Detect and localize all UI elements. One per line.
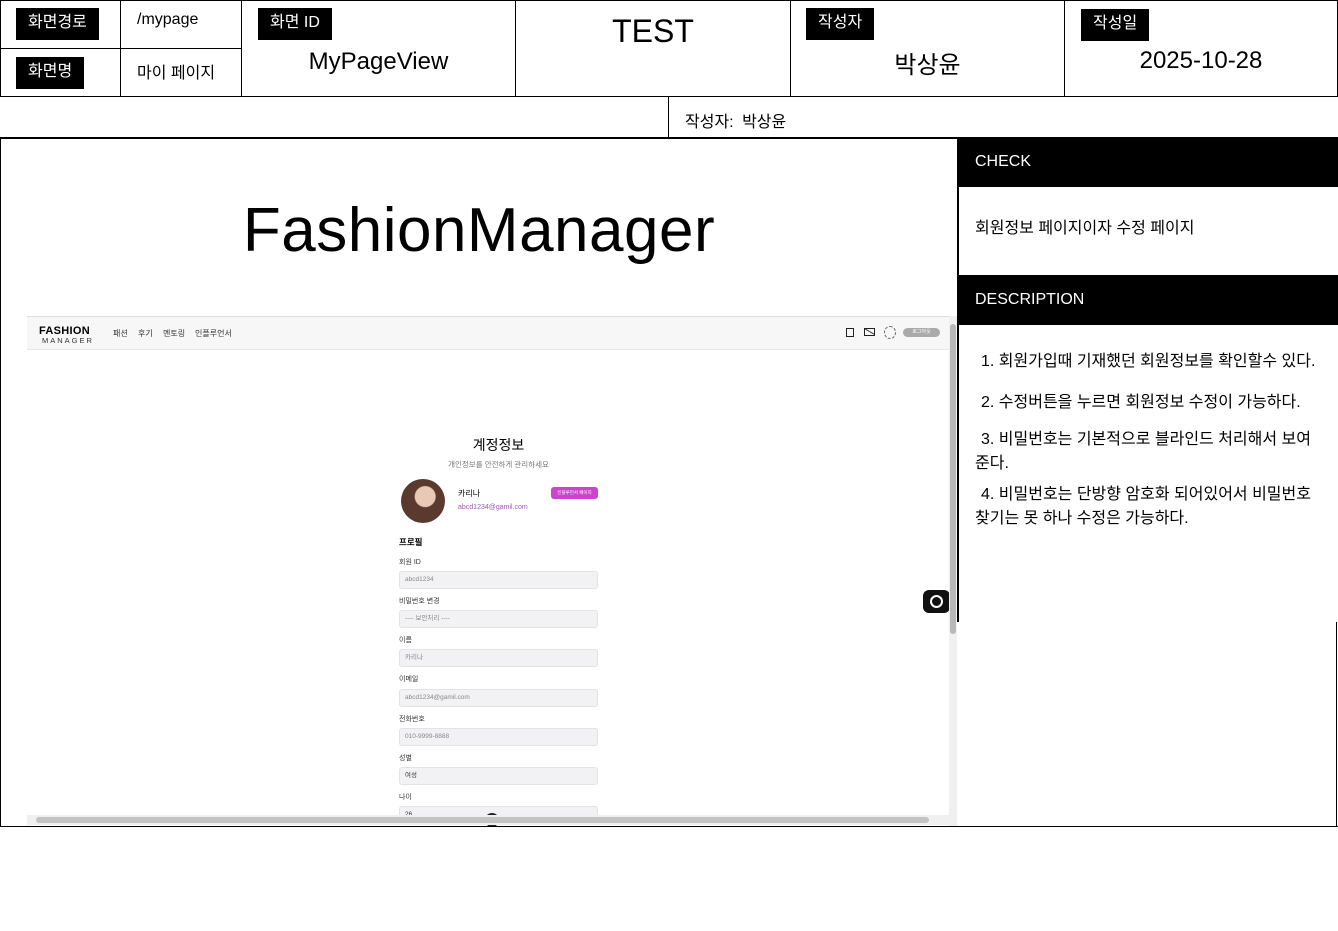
section-title: 프로필 (399, 537, 423, 547)
page-subtitle: 개인정보를 안전하게 관리하세요 (448, 460, 549, 469)
description-item: 2. 수정버튼을 누르면 회원정보 수정이 가능하다. (981, 394, 1301, 411)
profile-photo (401, 479, 445, 523)
vertical-scrollbar[interactable] (949, 316, 957, 826)
field-label: 이메일 (399, 676, 419, 683)
date-value: 2025-10-28 (1139, 47, 1263, 74)
field-label: 이름 (399, 637, 412, 644)
user-name: 카리나 (458, 489, 481, 498)
frame-bottom-line (0, 826, 1338, 827)
field-label: 나이 (399, 794, 412, 801)
date-label: 작성일 (1081, 9, 1150, 41)
bookmark-icon[interactable] (846, 328, 854, 337)
influencer-page-button[interactable]: 인플루언서 페이지 (551, 487, 598, 499)
name-input[interactable]: 카리나 (399, 649, 598, 667)
horizontal-scrollbar-thumb[interactable] (36, 817, 929, 823)
name-label: 화면명 (16, 57, 85, 89)
header-test-cell: TEST (515, 0, 791, 97)
description-item: 3. 비밀번호는 기본적으로 블라인드 처리해서 보여준다. (975, 431, 1311, 472)
gender-select[interactable]: 여성 (399, 767, 598, 785)
page-title: 계정정보 (472, 437, 525, 453)
chatbot-icon[interactable] (923, 590, 950, 613)
logo-bottom[interactable]: MANAGER (42, 336, 94, 345)
id-value: MyPageView (308, 48, 449, 75)
logout-button[interactable]: 로그아웃 (903, 328, 940, 337)
password-input[interactable]: ---- 보안처리 ---- (399, 610, 598, 628)
field-label: 성별 (399, 755, 412, 762)
email-input[interactable]: abcd1234@gamil.com (399, 689, 598, 707)
check-heading: CHECK (958, 139, 1338, 187)
nav-review[interactable]: 후기 (138, 328, 153, 339)
author-value: 박상윤 (894, 52, 961, 79)
field-label: 전화번호 (399, 716, 425, 723)
nav-influencer[interactable]: 인플루언서 (195, 328, 232, 339)
nav-fashion[interactable]: 패션 (113, 328, 128, 339)
sub-author-value: 박상윤 (742, 114, 787, 131)
app-navbar: FASHION MANAGER 패션 후기 멘토링 인플루언서 로그아웃 (27, 317, 949, 350)
test-label: TEST (612, 13, 694, 49)
avatar-icon[interactable] (884, 326, 896, 339)
phone-input[interactable]: 010-9999-8888 (399, 728, 598, 746)
nav-mentoring[interactable]: 멘토링 (163, 328, 185, 339)
name-value: 마이 페이지 (137, 65, 216, 82)
frame-right-line (1336, 622, 1337, 827)
description-item: 4. 비밀번호는 단방향 암호화 되어있어서 비밀번호 찾기는 못 하나 수정은… (975, 486, 1311, 527)
sub-author-label: 작성자: (685, 114, 734, 131)
user-email: abcd1234@gamil.com (458, 504, 528, 511)
field-label: 회원 ID (399, 559, 421, 566)
member-id-input[interactable]: abcd1234 (399, 571, 598, 589)
description-item: 1. 회원가입때 기재했던 회원정보를 확인할수 있다. (981, 353, 1316, 370)
app-screenshot: FASHION MANAGER 패션 후기 멘토링 인플루언서 로그아웃 계정정… (27, 316, 957, 826)
mail-icon[interactable] (864, 328, 875, 336)
author-label: 작성자 (806, 8, 875, 40)
path-value: /mypage (137, 11, 199, 28)
id-label: 화면 ID (258, 8, 332, 40)
vertical-scrollbar-thumb[interactable] (950, 324, 956, 634)
sub-row-divider (668, 97, 669, 137)
main-title: FashionManager (242, 196, 716, 265)
description-heading: DESCRIPTION (958, 275, 1338, 325)
horizontal-scrollbar[interactable] (27, 815, 949, 825)
field-label: 비밀번호 변경 (399, 598, 440, 605)
sub-author: 작성자: 박상윤 (685, 108, 786, 132)
check-text: 회원정보 페이지이자 수정 페이지 (975, 220, 1195, 237)
path-label: 화면경로 (16, 8, 99, 40)
